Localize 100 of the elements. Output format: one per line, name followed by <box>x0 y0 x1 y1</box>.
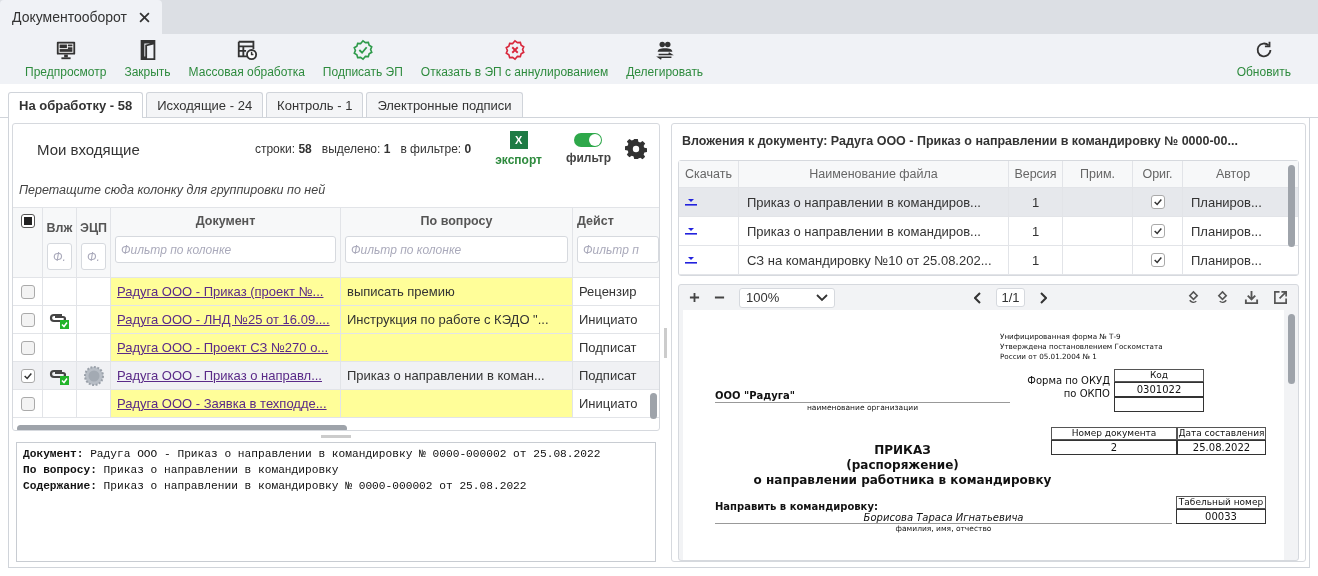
inbox-title: Мои входящие <box>37 140 141 158</box>
download-icon[interactable] <box>685 198 697 206</box>
chevron-down-icon <box>816 293 828 302</box>
column-header[interactable]: Прим. <box>1080 167 1115 181</box>
chevron-left-icon[interactable] <box>974 291 983 304</box>
column-filter-field[interactable]: Фильтр п <box>577 236 659 263</box>
open-external-icon[interactable] <box>1273 290 1288 305</box>
column-header[interactable]: Наименование файла <box>809 167 938 181</box>
column-filter-field[interactable]: Фильтр по колонке <box>115 236 336 263</box>
table-cell: 0301022 <box>1114 382 1204 397</box>
check-badge-icon <box>351 39 374 61</box>
author-text: Планиров... <box>1191 223 1262 239</box>
column-header[interactable]: Версия <box>1014 167 1057 181</box>
download-icon[interactable] <box>685 256 697 264</box>
column-filter-field[interactable]: Ф. <box>47 243 72 270</box>
author-text: Планиров... <box>1191 194 1262 210</box>
version-text: 1 <box>1031 223 1040 239</box>
action-text: Подписат <box>579 340 637 355</box>
zoom-in-icon[interactable] <box>689 292 700 303</box>
column-header[interactable]: Автор <box>1215 167 1251 181</box>
subject-text: выписать премию <box>347 284 455 299</box>
monitor-icon <box>54 39 77 61</box>
tab[interactable]: Электронные подписи <box>366 92 523 117</box>
checkbox[interactable] <box>20 368 35 383</box>
column-header[interactable]: По вопросу <box>420 214 493 228</box>
okud-label: Форма по ОКУД <box>1027 374 1110 387</box>
table-cell: 00033 <box>1176 509 1266 524</box>
tab[interactable]: Исходящие - 24 <box>146 92 264 117</box>
page-field[interactable]: 1/1 <box>996 288 1025 307</box>
export-label[interactable]: экспорт <box>495 153 542 167</box>
close-icon[interactable] <box>139 11 150 23</box>
toolbar-button[interactable]: Массовая обработка <box>179 35 314 83</box>
app-tab-title: Документооборот <box>12 9 127 25</box>
scrollbar[interactable] <box>650 393 657 419</box>
table-row[interactable]: Приказ о направлении в командиров... 1 Планиров... <box>679 188 1298 217</box>
column-header[interactable]: Скачать <box>685 167 732 181</box>
toolbar-button[interactable]: Закрыть <box>115 35 180 83</box>
chevron-right-icon[interactable] <box>1038 291 1047 304</box>
table-cell: 2 <box>1051 440 1177 455</box>
file-name: Приказ о направлении в командиров... <box>747 223 981 239</box>
detail-line: Документ: Радуга ООО - Приказ о направлении в командировку № 0000-000002 от 25.08.2022 <box>23 447 602 462</box>
toolbar-button[interactable]: Делегировать <box>617 35 713 83</box>
checkmark-icon <box>22 370 33 381</box>
checkbox[interactable] <box>20 312 35 327</box>
send-label: Направить в командировку: <box>715 501 878 512</box>
document-subject: о направлении работника в командировку <box>752 473 1053 488</box>
toolbar-button[interactable]: Подписать ЭП <box>313 35 412 83</box>
table-row[interactable]: Радуга ООО - Приказ (проект №... выписать премию Рецензир <box>13 278 659 306</box>
table-row[interactable]: Радуга ООО - Приказ о направл... Приказ о направлении в коман... Подписат <box>13 362 659 390</box>
file-name: Приказ о направлении в командиров... <box>747 194 981 210</box>
checkbox[interactable] <box>20 284 35 299</box>
select-all-checkbox[interactable] <box>20 214 35 228</box>
document-subtitle: (распоряжение) <box>845 458 960 473</box>
splitter-handle[interactable] <box>664 327 667 358</box>
subject-text: Инструкция по работе с КЭДО "... <box>347 312 549 327</box>
file-name: СЗ на командировку №10 от 25.08.202... <box>747 252 992 268</box>
column-filter-field[interactable]: Ф. <box>81 243 106 270</box>
table-cell: Дата составления <box>1177 427 1266 440</box>
column-filter-field[interactable]: Фильтр по колонке <box>345 236 568 263</box>
table-row[interactable]: Радуга ООО - Проект СЗ №270 о... Подписат <box>13 334 659 362</box>
checkbox[interactable] <box>1150 224 1165 238</box>
action-text: Подписат <box>579 368 637 383</box>
checkbox[interactable] <box>1150 253 1165 267</box>
tab[interactable]: На обработку - 58 <box>8 92 144 118</box>
checkbox[interactable] <box>20 396 35 411</box>
table-row[interactable]: СЗ на командировку №10 от 25.08.202... 1 Планиров... <box>679 246 1298 275</box>
column-header[interactable]: Дейст <box>577 214 614 228</box>
rotate-left-icon[interactable] <box>1186 290 1201 305</box>
download-icon[interactable] <box>1244 290 1259 305</box>
detail-line: По вопросу: Приказ о направлении в командировку <box>23 463 340 478</box>
table-row[interactable]: Радуга ООО - Заявка в техподде... Инициато <box>13 390 659 418</box>
toolbar-button[interactable]: Обновить <box>1227 35 1300 83</box>
table-row[interactable]: Радуга ООО - ЛНД №25 от 16.09.... Инструкция по работе с КЭДО "... Инициато <box>13 306 659 334</box>
splitter-handle[interactable] <box>321 435 351 438</box>
settings-icon[interactable] <box>625 138 647 160</box>
employee-name: Борисова Тараса Игнатьевича <box>715 512 1172 524</box>
rotate-right-icon[interactable] <box>1215 290 1230 305</box>
table-cell: 25.08.2022 <box>1177 440 1266 455</box>
column-header[interactable]: Документ <box>195 214 256 228</box>
table-clock-icon <box>235 39 258 61</box>
filter-toggle[interactable] <box>574 133 603 147</box>
column-header[interactable]: ЭЦП <box>80 221 107 235</box>
column-header[interactable]: Ориг. <box>1142 167 1173 181</box>
checkbox[interactable] <box>20 340 35 355</box>
stat-text: в фильтре: 0 <box>400 142 472 156</box>
stat-text: выделено: 1 <box>321 142 391 156</box>
document-link[interactable]: Радуга ООО - Приказ о направл... <box>117 368 322 383</box>
scrollbar[interactable] <box>17 425 347 430</box>
excel-icon[interactable]: X <box>509 131 528 149</box>
organization-name: ООО "Радуга" <box>715 390 1010 403</box>
column-header[interactable]: Влж <box>46 221 73 235</box>
scrollbar[interactable] <box>1288 165 1295 247</box>
download-icon[interactable] <box>685 227 697 235</box>
zoom-dropdown[interactable]: 100% <box>739 287 835 308</box>
tab[interactable]: Контроль - 1 <box>266 92 364 117</box>
checkbox[interactable] <box>1150 195 1165 209</box>
app-tab[interactable]: Документооборот <box>0 0 162 34</box>
toolbar-button[interactable]: Отказать в ЭП с аннулированием <box>411 35 618 83</box>
toolbar-button[interactable]: Предпросмотр <box>16 35 116 83</box>
scrollbar[interactable] <box>1288 314 1295 384</box>
